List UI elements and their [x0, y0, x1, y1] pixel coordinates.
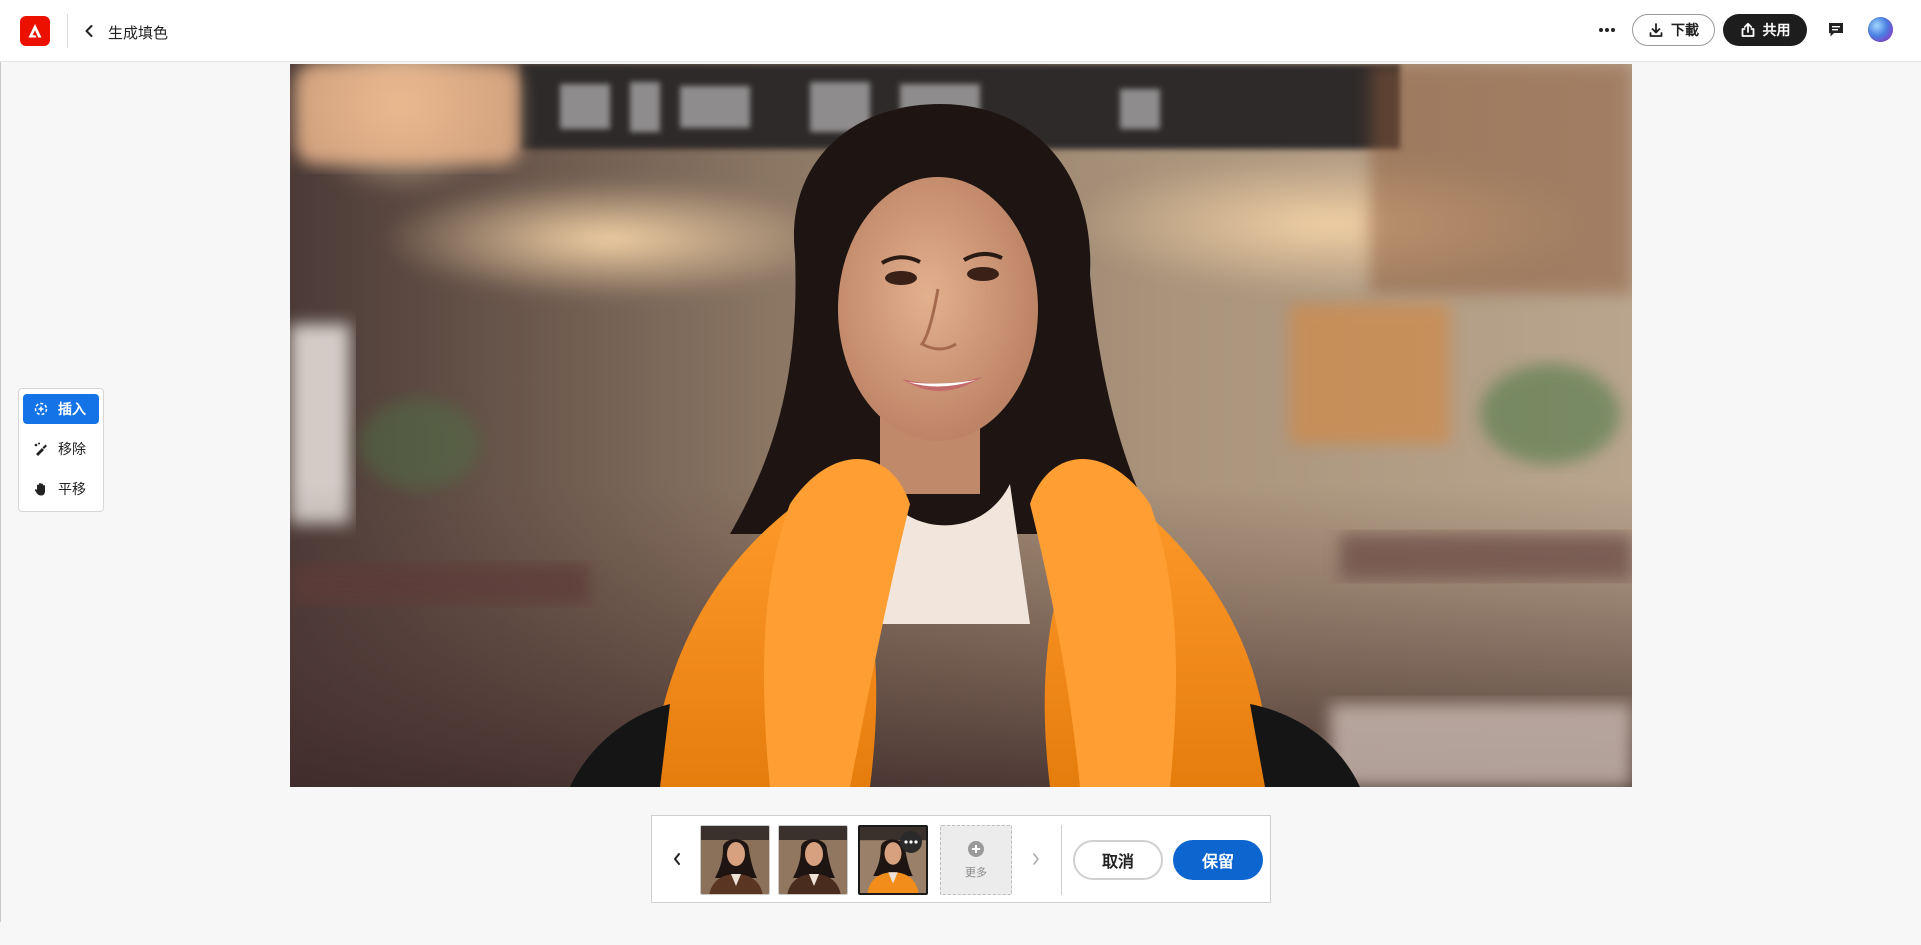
- ellipsis-icon: [904, 840, 918, 844]
- add-circle-icon: [968, 841, 984, 857]
- chevron-right-icon: [1033, 853, 1039, 865]
- variation-thumbnail-1[interactable]: [700, 825, 770, 895]
- share-icon: [1741, 22, 1754, 37]
- variations-bar: 更多 取消 保留: [651, 815, 1271, 903]
- more-label: 更多: [965, 867, 987, 879]
- page-title: 生成填色: [108, 25, 169, 42]
- ellipsis-icon: [1599, 28, 1615, 32]
- thumbnail-more-button[interactable]: [900, 831, 922, 853]
- header-divider: [67, 14, 68, 48]
- tool-panel: 插入 移除 平移: [18, 388, 104, 512]
- user-avatar[interactable]: [1868, 17, 1893, 42]
- chevron-left-icon: [85, 25, 93, 37]
- tool-insert-label: 插入: [58, 401, 86, 417]
- download-icon: [1649, 23, 1663, 37]
- comment-icon: [1829, 23, 1843, 37]
- insert-brush-icon: [34, 402, 48, 416]
- cancel-button[interactable]: 取消: [1073, 840, 1163, 880]
- variation-thumbnail-2[interactable]: [778, 825, 848, 895]
- tool-pan[interactable]: 平移: [23, 474, 99, 504]
- hand-pan-icon: [34, 483, 45, 496]
- comments-button[interactable]: [1824, 18, 1848, 42]
- back-button[interactable]: [80, 20, 98, 42]
- bar-divider: [1061, 825, 1062, 895]
- thumbnail-image: [701, 826, 769, 894]
- more-variations-button[interactable]: 更多: [940, 825, 1012, 895]
- more-options-button[interactable]: [1595, 18, 1619, 42]
- download-label: 下載: [1671, 22, 1699, 38]
- portrait-photo: [290, 64, 1632, 787]
- share-label: 共用: [1762, 22, 1791, 38]
- app-header: 生成填色 下載 共用: [0, 0, 1921, 62]
- keep-button[interactable]: 保留: [1173, 840, 1263, 880]
- tool-remove[interactable]: 移除: [23, 434, 99, 464]
- chevron-left-icon: [674, 853, 680, 865]
- thumbnail-image: [779, 826, 847, 894]
- tool-pan-label: 平移: [58, 481, 86, 497]
- variation-thumbnail-3[interactable]: [858, 825, 928, 895]
- tool-insert[interactable]: 插入: [23, 394, 99, 424]
- share-button[interactable]: 共用: [1723, 14, 1807, 46]
- next-variation-button[interactable]: [1025, 848, 1047, 870]
- remove-brush-icon: [34, 442, 47, 456]
- adobe-logo-icon[interactable]: [20, 16, 50, 46]
- tool-remove-label: 移除: [58, 441, 86, 457]
- previous-variation-button[interactable]: [666, 848, 688, 870]
- canvas-image[interactable]: [290, 64, 1632, 787]
- left-edge-divider: [0, 62, 1, 922]
- download-button[interactable]: 下載: [1632, 14, 1715, 46]
